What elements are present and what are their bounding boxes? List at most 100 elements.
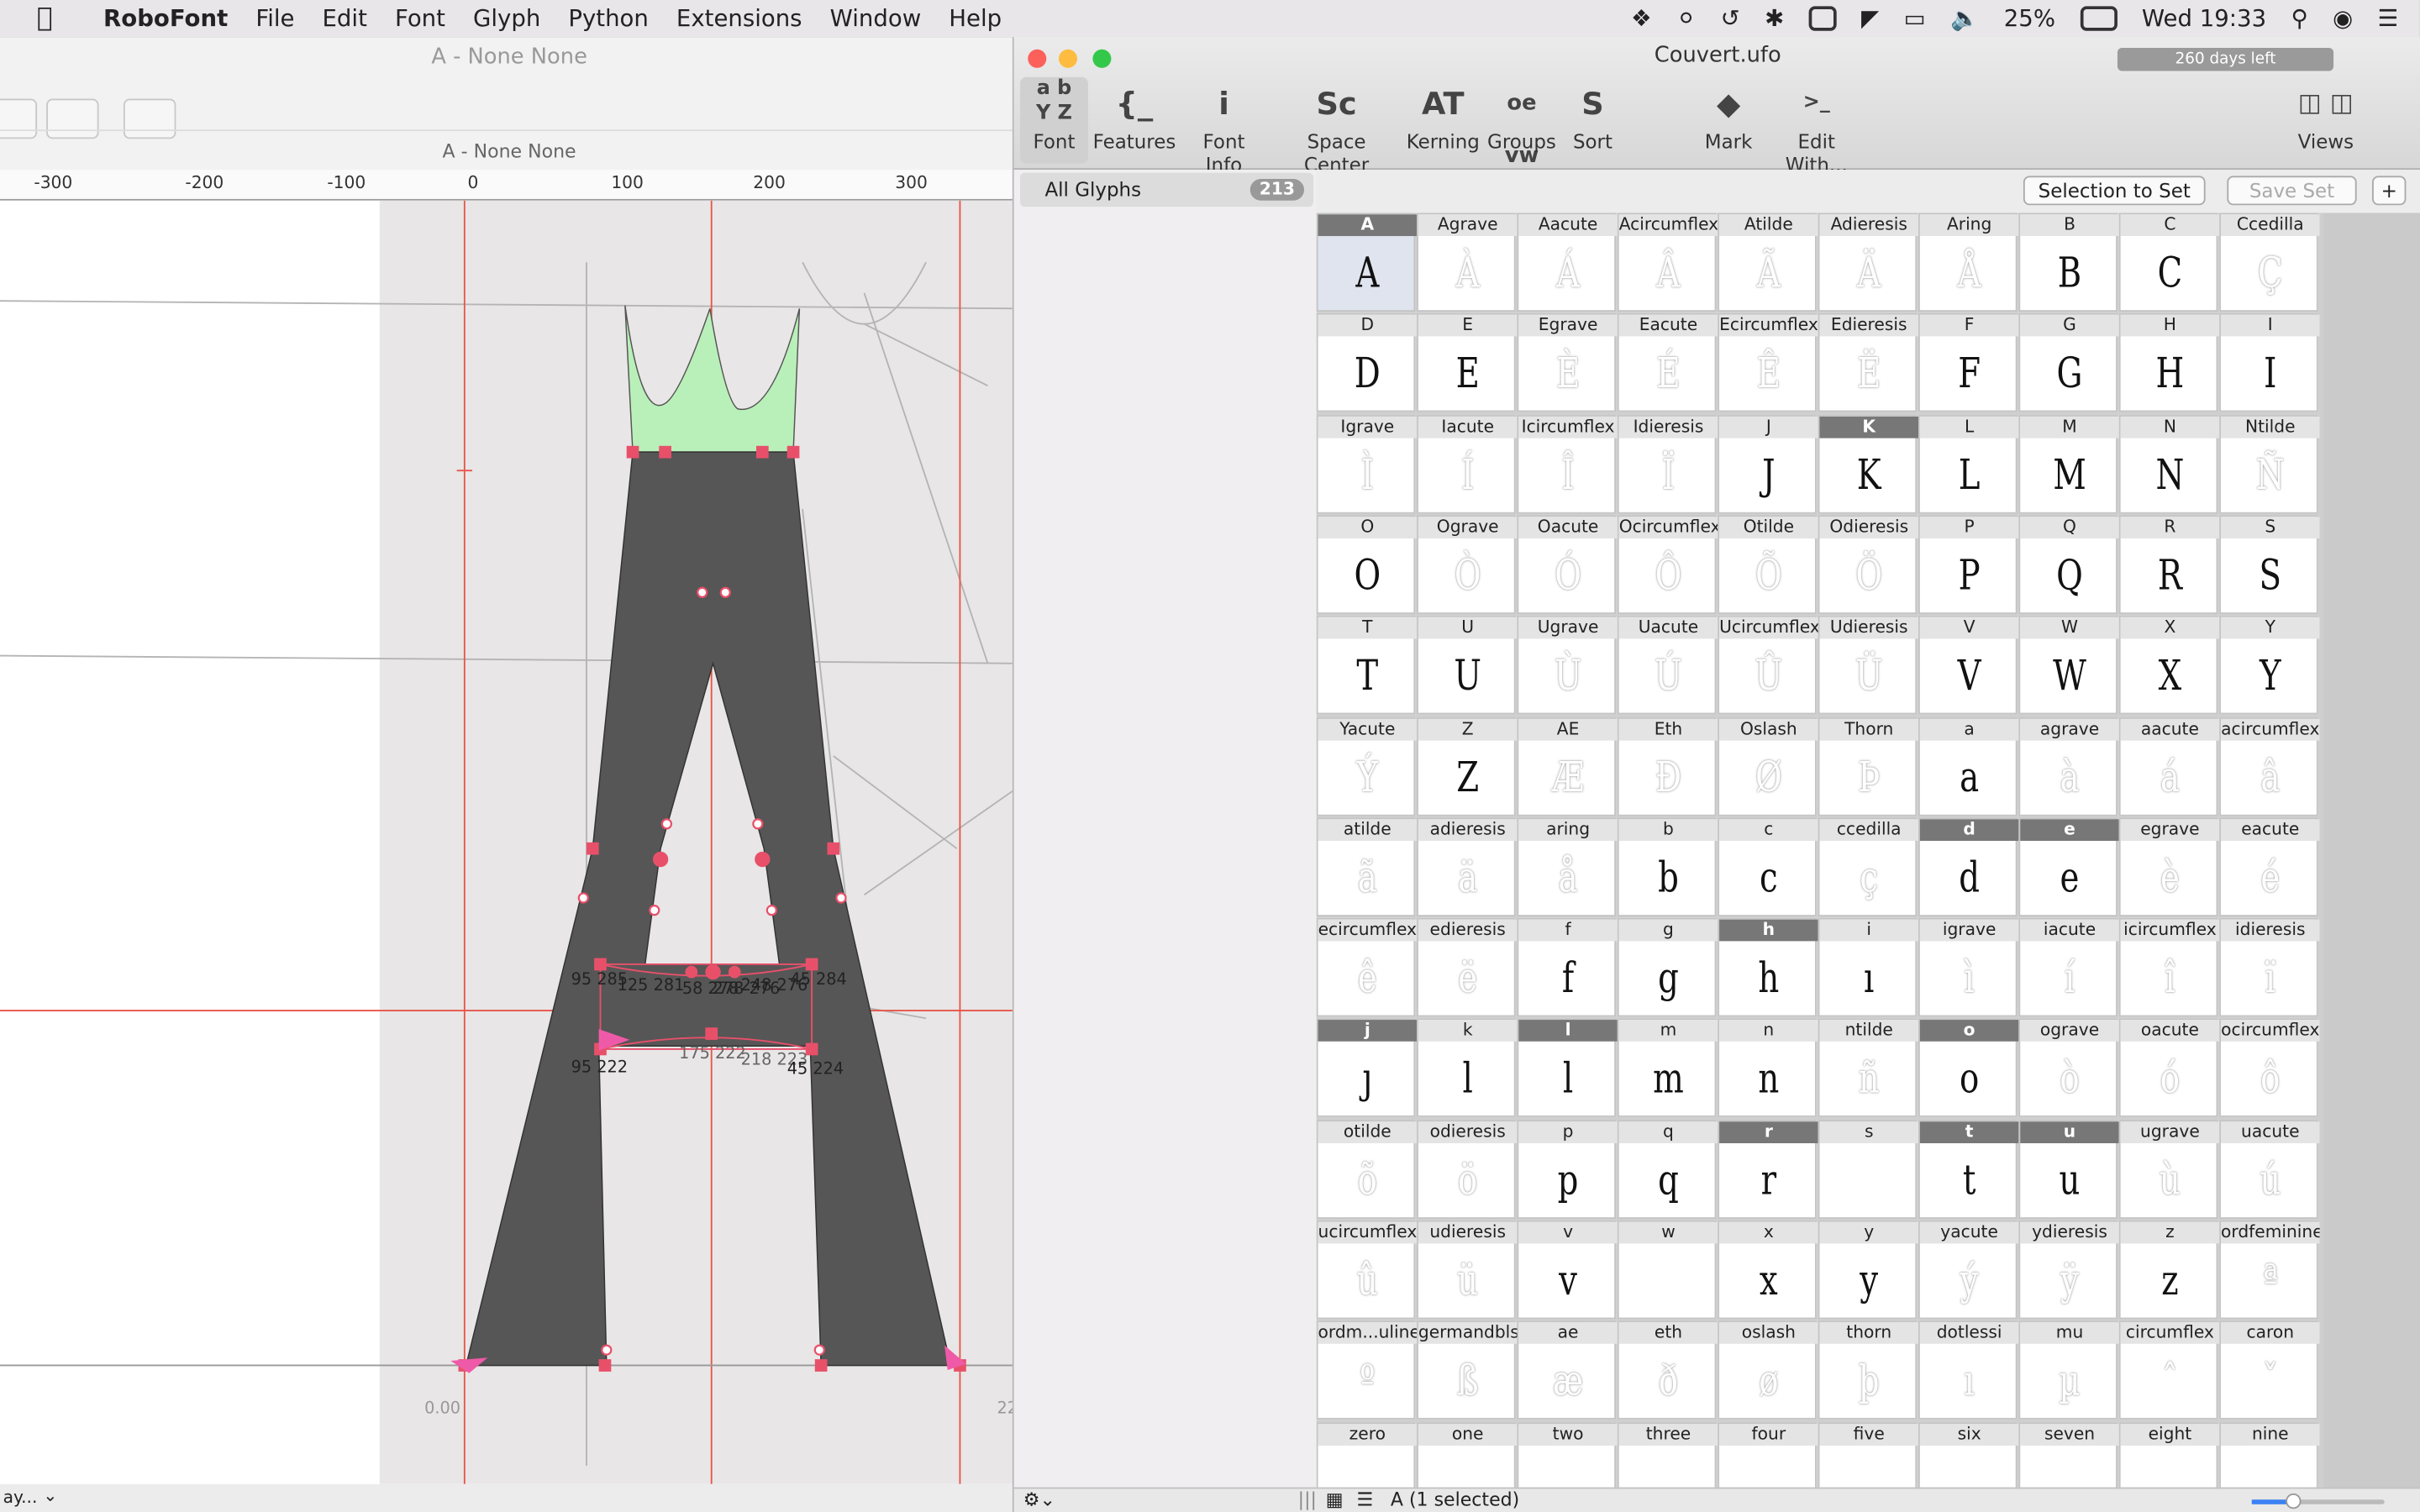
gear-icon[interactable]: ⚙⌄ xyxy=(1023,1488,1055,1510)
glyph-cell[interactable]: Odieresis Ö xyxy=(1818,515,1919,614)
glyph-canvas[interactable]: 95 285 125 281 58 278 278 276 248 276 45… xyxy=(0,200,1019,1484)
glyph-cell[interactable]: kl xyxy=(1417,1018,1518,1118)
glyph-cell[interactable]: CC xyxy=(2118,213,2220,312)
glyph-cell[interactable]: s xyxy=(1818,1119,1919,1219)
glyph-cell[interactable]: Oacute Ó xyxy=(1517,515,1618,614)
glyph-cell[interactable]: SS xyxy=(2219,515,2320,614)
glyph-cell[interactable]: QQ xyxy=(2018,515,2119,614)
glyph-cell[interactable]: caron ˇ xyxy=(2219,1320,2320,1420)
glyph-cell[interactable]: Aacute Á xyxy=(1517,213,1618,312)
glyph-cell[interactable]: aring å xyxy=(1517,817,1618,916)
glyph-cell[interactable]: uacute ú xyxy=(2219,1119,2320,1219)
slider-thumb[interactable] xyxy=(2286,1493,2302,1509)
glyph-cell[interactable]: qq xyxy=(1617,1119,1718,1219)
menu-edit[interactable]: Edit xyxy=(308,5,381,33)
menu-file[interactable]: File xyxy=(242,5,308,33)
glyph-cell[interactable]: KK xyxy=(1818,414,1919,513)
glyph-cell[interactable]: PP xyxy=(1918,515,2019,614)
creative-cloud-icon[interactable]: ⚪ xyxy=(1676,5,1696,33)
glyph-cell[interactable]: two xyxy=(1517,1421,1618,1488)
glyph-cell[interactable]: WW xyxy=(2018,616,2119,715)
menu-glyph[interactable]: Glyph xyxy=(460,5,555,33)
glyph-cell[interactable]: oacute ó xyxy=(2118,1018,2220,1118)
glyph-cell[interactable]: OO xyxy=(1316,515,1418,614)
glyph-cell[interactable]: Icircumflex Î xyxy=(1517,414,1618,513)
glyph-cell[interactable]: idieresis ï xyxy=(2219,918,2320,1017)
glyph-cell[interactable]: xx xyxy=(1718,1220,1818,1320)
glyph-cell[interactable]: UU xyxy=(1417,616,1518,715)
glyph-cell[interactable]: Yacute Ý xyxy=(1316,717,1418,816)
glyph-cell[interactable]: eight xyxy=(2118,1421,2220,1488)
glyph-cell[interactable]: Ucircumflex Û xyxy=(1718,616,1818,715)
glyph-cell[interactable]: udieresis ü xyxy=(1417,1220,1518,1320)
battery-icon[interactable] xyxy=(2080,6,2118,31)
glyph-cell[interactable]: Egrave È xyxy=(1517,313,1618,412)
glyph-cell[interactable]: dotlessi ı xyxy=(1918,1320,2019,1420)
glyph-cell[interactable]: zero xyxy=(1316,1421,1418,1488)
glyph-cell[interactable]: five xyxy=(1818,1421,1919,1488)
glyph-cell[interactable]: Adieresis Ä xyxy=(1818,213,1919,312)
glyph-cell[interactable]: jȷ xyxy=(1316,1018,1418,1118)
glyph-cell[interactable]: ograve ò xyxy=(2018,1018,2119,1118)
glyph-cell[interactable]: otilde õ xyxy=(1316,1119,1418,1219)
glyph-cell[interactable]: Iacute Í xyxy=(1417,414,1518,513)
toolbar-features-button[interactable]: {_ Features xyxy=(1092,77,1178,153)
glyph-cell[interactable]: four xyxy=(1718,1421,1818,1488)
glyph-cell[interactable]: ordfeminine ª xyxy=(2219,1220,2320,1320)
glyph-cell[interactable]: Acircumflex Â xyxy=(1617,213,1718,312)
resize-handle-icon[interactable]: ||| xyxy=(1298,1488,1317,1510)
glyph-cell[interactable]: acircumflex â xyxy=(2219,717,2320,816)
notification-center-icon[interactable]: ☰ xyxy=(2378,5,2399,33)
glyph-cell[interactable]: VV xyxy=(1918,616,2019,715)
toolbar-kerning-button[interactable]: AT Kerning xyxy=(1406,77,1480,153)
glyph-cell[interactable]: ee xyxy=(2018,817,2119,916)
glyph-cell[interactable]: eth ð xyxy=(1617,1320,1718,1420)
glyph-cell[interactable]: bb xyxy=(1617,817,1718,916)
glyph-cell[interactable]: atilde ã xyxy=(1316,817,1418,916)
glyph-cell[interactable]: mu µ xyxy=(2018,1320,2119,1420)
toolbar-font-info-button[interactable]: i Font Info xyxy=(1184,77,1265,176)
glyph-cell[interactable]: HH xyxy=(2118,313,2220,412)
glyph-cell[interactable]: ydieresis ÿ xyxy=(2018,1220,2119,1320)
glyph-cell[interactable]: germandbls ß xyxy=(1417,1320,1518,1420)
siri-icon[interactable]: ◉ xyxy=(2333,5,2353,33)
glyph-cell[interactable]: mm xyxy=(1617,1018,1718,1118)
glyph-cell[interactable]: NN xyxy=(2118,414,2220,513)
toolbar-views-button[interactable]: ◫ ◫ Views xyxy=(2245,77,2406,153)
clock[interactable]: Wed 19:33 xyxy=(2142,5,2266,33)
list-view-icon[interactable]: ☰ xyxy=(1356,1488,1373,1510)
glyph-cell[interactable]: JJ xyxy=(1718,414,1818,513)
volume-icon[interactable]: 🔈 xyxy=(1950,5,1979,33)
glyph-cell[interactable]: AE Æ xyxy=(1517,717,1618,816)
glyph-cell[interactable]: iı xyxy=(1818,918,1919,1017)
glyph-cell[interactable]: egrave è xyxy=(2118,817,2220,916)
glyph-cell[interactable]: EE xyxy=(1417,313,1518,412)
glyph-cell[interactable]: ccedilla ç xyxy=(1818,817,1919,916)
save-set-button[interactable]: Save Set xyxy=(2227,176,2357,206)
glyph-cell[interactable]: TT xyxy=(1316,616,1418,715)
glyph-cell[interactable]: Udieresis Ü xyxy=(1818,616,1919,715)
glyph-cell[interactable]: iacute í xyxy=(2018,918,2119,1017)
glyph-cell[interactable]: ocircumflex ô xyxy=(2219,1018,2320,1118)
glyph-cell[interactable]: yacute ý xyxy=(1918,1220,2019,1320)
toolbar-groups-button[interactable]: oe vw Groups xyxy=(1486,77,1557,168)
wifi-icon[interactable]: ◤ xyxy=(1861,5,1879,33)
glyph-cell[interactable]: ucircumflex û xyxy=(1316,1220,1418,1320)
glyph-cell[interactable]: adieresis ä xyxy=(1417,817,1518,916)
glyph-cell[interactable]: six xyxy=(1918,1421,2019,1488)
glyph-cell[interactable]: vv xyxy=(1517,1220,1618,1320)
glyph-cell[interactable]: XX xyxy=(2118,616,2220,715)
glyph-cell[interactable]: uu xyxy=(2018,1119,2119,1219)
glyph-cell[interactable]: Oslash Ø xyxy=(1718,717,1818,816)
glyph-cell[interactable]: ae æ xyxy=(1517,1320,1618,1420)
toolbar-edit-with-button[interactable]: >_ Edit With... xyxy=(1767,77,1866,176)
glyph-cell[interactable]: circumflex ˆ xyxy=(2118,1320,2220,1420)
airplay-icon[interactable]: ▭ xyxy=(1904,5,1926,33)
glyph-cell[interactable]: thorn þ xyxy=(1818,1320,1919,1420)
layer-popup[interactable]: ay... xyxy=(3,1488,38,1508)
glyph-cell[interactable]: GG xyxy=(2018,313,2119,412)
glyph-cell[interactable]: Aring Å xyxy=(1918,213,2019,312)
glyph-cell[interactable]: Ocircumflex Ô xyxy=(1617,515,1718,614)
glyph-cell[interactable]: agrave à xyxy=(2018,717,2119,816)
glyph-cell[interactable]: eacute é xyxy=(2219,817,2320,916)
